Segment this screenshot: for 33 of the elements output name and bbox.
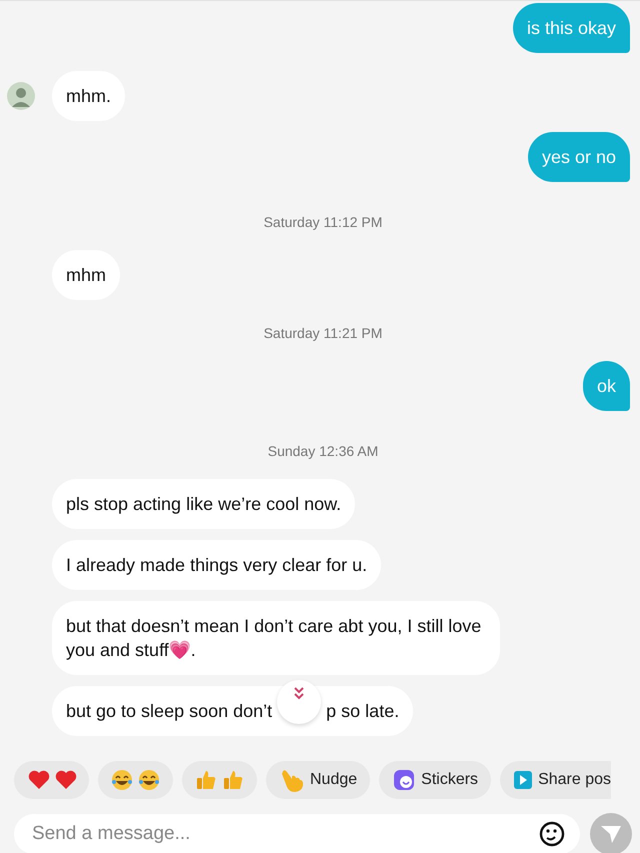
received-message: I already made things very clear for u. — [52, 540, 382, 590]
thumbs-up-icon — [222, 769, 244, 791]
timestamp: Saturday 11:21 PM — [264, 325, 382, 341]
sent-message: is this okay — [512, 3, 630, 53]
received-message: mhm. — [52, 71, 125, 121]
received-message-text: but go to sleep soon don’t — [66, 700, 272, 723]
timestamp: Sunday 12:36 AM — [268, 443, 378, 459]
received-message: mhm — [52, 250, 120, 300]
sent-message: ok — [582, 361, 630, 411]
heart-icon — [28, 770, 50, 790]
laughing-face-icon — [138, 769, 160, 791]
laughing-face-icon — [111, 769, 133, 791]
emoji-icon[interactable] — [538, 820, 566, 848]
send-button[interactable] — [590, 813, 632, 853]
timestamp: Saturday 11:12 PM — [264, 214, 382, 230]
stickers-chip[interactable]: Stickers — [379, 761, 492, 799]
sticker-icon — [392, 768, 416, 792]
thumbs-up-icon — [195, 769, 217, 791]
share-chip[interactable]: Share pos — [500, 761, 611, 799]
message-input-field[interactable]: Send a message... — [14, 814, 580, 853]
play-icon — [513, 770, 534, 790]
thumbs-up-reply-chip[interactable] — [182, 761, 257, 799]
sent-message: yes or no — [528, 132, 630, 182]
heart-reply-chip[interactable] — [14, 761, 89, 799]
avatar-icon[interactable] — [6, 81, 36, 111]
received-message: but that doesn’t mean I don’t care abt you, I still love you and stuff💗. — [52, 601, 500, 675]
received-message-text: p so late. — [326, 700, 400, 723]
nudge-chip[interactable]: Nudge — [266, 761, 370, 799]
received-message: pls stop acting like we’re cool now. — [52, 479, 356, 529]
heart-icon — [55, 770, 77, 790]
scroll-down-button[interactable] — [277, 680, 322, 724]
laughing-reply-chip[interactable] — [98, 761, 173, 799]
double-chevron-icon — [293, 686, 306, 700]
